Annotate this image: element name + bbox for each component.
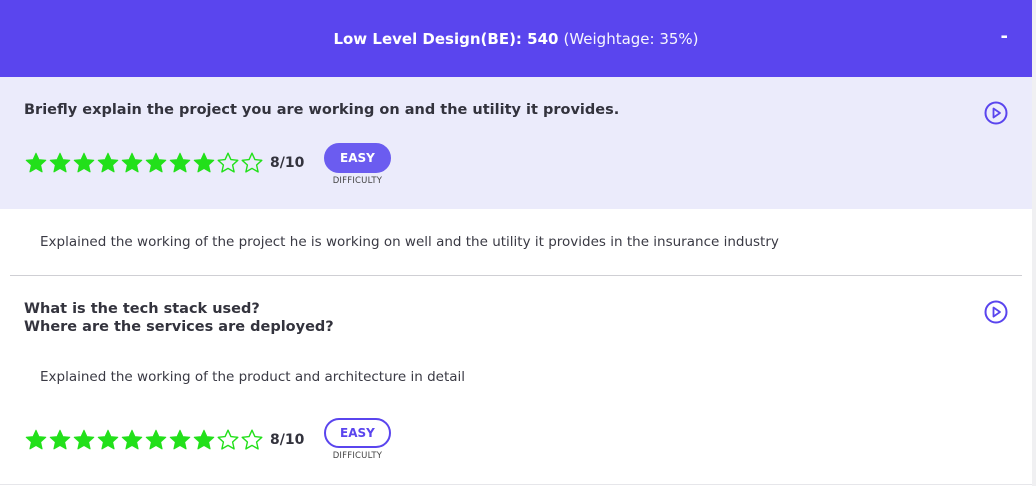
- difficulty-caption: DIFFICULTY: [332, 451, 383, 461]
- question-line-1: What is the tech stack used?: [24, 301, 260, 317]
- star-filled-icon: [49, 152, 71, 173]
- star-filled-icon: [169, 152, 191, 173]
- section-header: Low Level Design(BE): 540 (Weightage: 35…: [0, 0, 1032, 77]
- star-filled-icon: [97, 152, 119, 173]
- collapse-button[interactable]: -: [1001, 26, 1008, 47]
- answer-text: Explained the working of the product and…: [40, 369, 466, 385]
- score-label: 8/10: [270, 155, 305, 171]
- star-filled-icon: [97, 429, 119, 450]
- section-title: Low Level Design(BE): 540: [333, 29, 559, 48]
- star-rating: [24, 428, 264, 452]
- star-rating: [24, 151, 264, 175]
- difficulty-pill: EASY: [324, 143, 391, 173]
- star-filled-icon: [169, 429, 191, 450]
- star-filled-icon: [145, 152, 167, 173]
- star-empty-icon: [241, 152, 263, 173]
- rating: 8/10: [24, 428, 304, 452]
- section-weightage: (Weightage: 35%): [563, 29, 699, 48]
- answer-text: Explained the working of the project he …: [40, 234, 779, 250]
- difficulty-pill: EASY: [324, 418, 391, 448]
- star-filled-icon: [121, 429, 143, 450]
- star-empty-icon: [241, 429, 263, 450]
- star-empty-icon: [217, 429, 239, 450]
- score-label: 8/10: [270, 432, 305, 448]
- difficulty-caption: DIFFICULTY: [332, 176, 383, 186]
- star-filled-icon: [49, 429, 71, 450]
- scrollbar-track[interactable]: [1032, 0, 1036, 486]
- star-filled-icon: [73, 152, 95, 173]
- star-filled-icon: [121, 152, 143, 173]
- star-filled-icon: [193, 429, 215, 450]
- star-empty-icon: [217, 152, 239, 173]
- bottom-border: [0, 484, 1032, 485]
- difficulty-badge: EASY DIFFICULTY: [324, 418, 391, 461]
- divider: [10, 275, 1022, 276]
- question-text: What is the tech stack used? Where are t…: [24, 300, 334, 336]
- play-circle-icon[interactable]: [983, 299, 1009, 325]
- question-text: Briefly explain the project you are work…: [24, 102, 620, 118]
- question-card-1: Briefly explain the project you are work…: [0, 77, 1032, 209]
- star-filled-icon: [145, 429, 167, 450]
- star-filled-icon: [193, 152, 215, 173]
- star-filled-icon: [25, 429, 47, 450]
- play-circle-icon[interactable]: [983, 100, 1009, 126]
- question-line-2: Where are the services are deployed?: [24, 319, 334, 335]
- star-filled-icon: [73, 429, 95, 450]
- difficulty-badge: EASY DIFFICULTY: [324, 143, 391, 186]
- star-filled-icon: [25, 152, 47, 173]
- rating: 8/10: [24, 151, 304, 175]
